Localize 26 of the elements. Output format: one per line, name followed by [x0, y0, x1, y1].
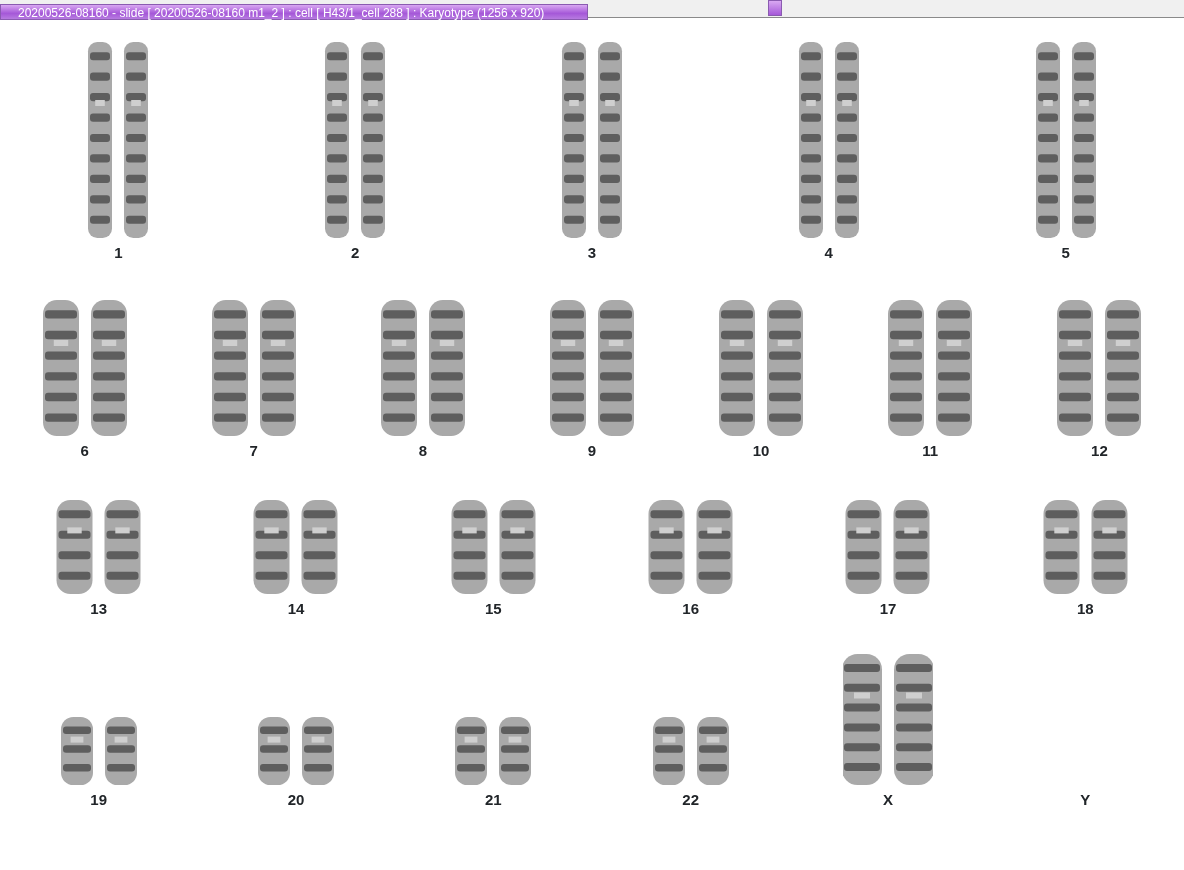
chromosome-label: 5: [1061, 244, 1070, 262]
chromosome-label: 13: [90, 600, 107, 618]
chromosome-label: 7: [249, 442, 258, 460]
chromosome-label: Y: [1080, 791, 1091, 809]
chromosome-label: 22: [682, 791, 699, 809]
chromosome-label: 2: [351, 244, 360, 262]
chromosome-label: 17: [879, 600, 897, 618]
chromosome-label: 1: [114, 244, 123, 262]
chromosome-label: 4: [824, 244, 833, 262]
title-bar-handle[interactable]: [768, 0, 782, 16]
window-title: 20200526-08160 - slide [ 20200526-08160 m1_2 ] : cell [ H43/1_cell 288 ] : Karyotype (1256 x 920): [0, 4, 588, 20]
chromosome-label: 18: [1076, 600, 1094, 618]
chromosome-label: 12: [1091, 442, 1108, 460]
chromosome-label: 3: [587, 244, 597, 262]
chromosome-label: 14: [287, 600, 305, 618]
chromosome-label: 19: [90, 791, 107, 809]
chromosome-label: X: [882, 791, 893, 809]
chromosome-label: 15: [484, 600, 502, 618]
chromosome-label: 9: [587, 442, 597, 460]
chromosome-label: 16: [682, 600, 699, 618]
chromosome-label: 8: [418, 442, 427, 460]
chromosome-label: 20: [287, 791, 305, 809]
chromosome-label: 21: [484, 791, 502, 809]
chromosome-label: 10: [752, 442, 770, 460]
chromosome-label: 11: [922, 442, 939, 460]
chromosome-label: 6: [80, 442, 89, 460]
